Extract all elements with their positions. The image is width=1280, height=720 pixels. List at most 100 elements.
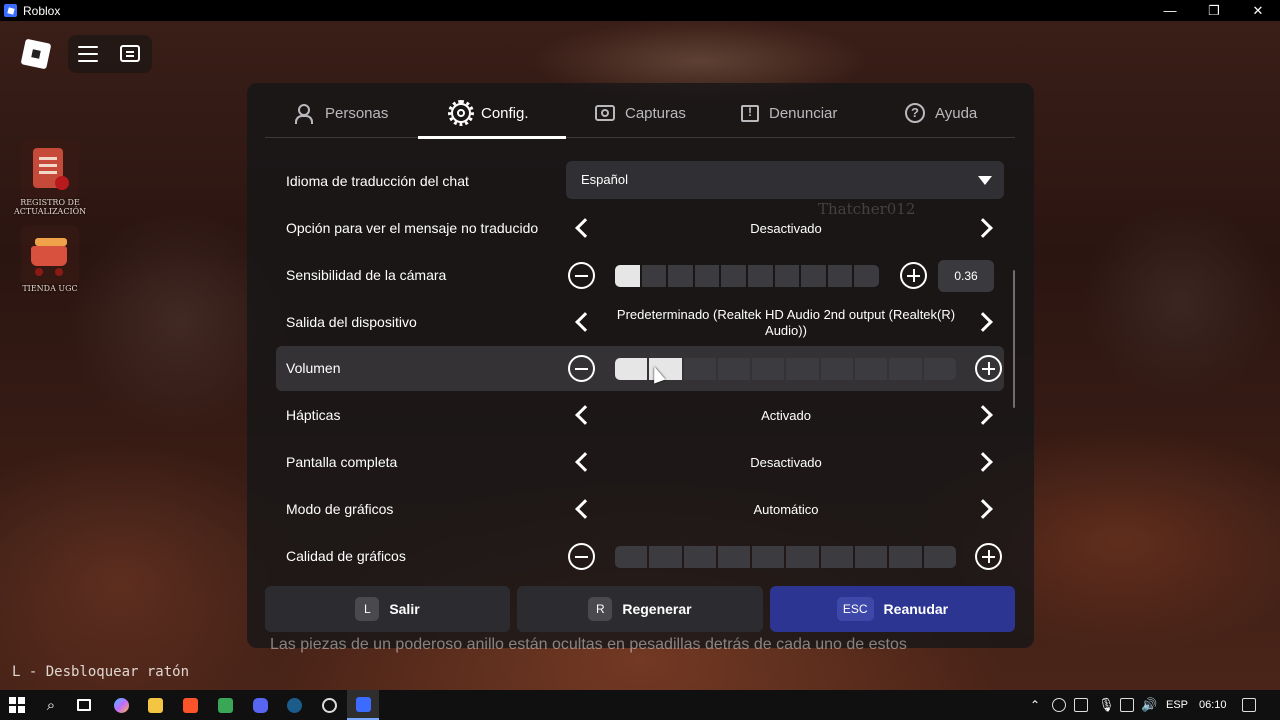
setting-label: Salida del dispositivo (286, 314, 417, 330)
chevron-right-icon[interactable] (973, 499, 993, 519)
search-icon[interactable]: ⌕ (40, 694, 62, 716)
decrease-button-minus-icon[interactable] (568, 543, 595, 570)
leave-button[interactable]: L Salir (265, 586, 510, 632)
discord-icon[interactable] (249, 694, 271, 716)
slider-segment[interactable] (615, 358, 648, 380)
setting-row-camera-sensitivity: Sensibilidad de la cámara 0.36 (276, 253, 1004, 298)
slider-segment[interactable] (923, 546, 956, 568)
volume-icon[interactable]: 🔊 (1141, 690, 1157, 720)
setting-row-graphics-quality: Calidad de gráficos (276, 534, 1004, 579)
microphone-icon[interactable]: 🎙 (1098, 690, 1115, 720)
chevron-right-icon[interactable] (973, 312, 993, 332)
chevron-right-icon[interactable] (973, 452, 993, 472)
setting-value: Activado (761, 408, 811, 423)
slider-segment[interactable] (683, 358, 716, 380)
slider-segment[interactable] (747, 265, 773, 287)
slider-segment[interactable] (721, 265, 746, 287)
ugc-shop-button[interactable]: TIENDA UGC (14, 226, 86, 293)
settings-scrollbar[interactable] (1013, 270, 1015, 408)
steam-icon[interactable] (283, 694, 305, 716)
ugc-shop-image (21, 226, 79, 284)
task-view-icon[interactable] (73, 694, 95, 716)
store-icon[interactable] (214, 694, 236, 716)
slider-segment[interactable] (855, 546, 888, 568)
slider-segment[interactable] (668, 265, 693, 287)
maximize-button[interactable]: ❐ (1192, 0, 1236, 21)
key-hint: L (355, 597, 380, 621)
chat-icon[interactable] (120, 45, 140, 62)
slider-segment[interactable] (827, 265, 853, 287)
slider-segment[interactable] (694, 265, 720, 287)
slider-segment[interactable] (820, 546, 854, 568)
obs-icon[interactable] (318, 694, 340, 716)
hamburger-menu-icon[interactable] (78, 46, 98, 62)
volume-slider[interactable] (615, 358, 956, 380)
decrease-button-minus-icon[interactable] (568, 262, 595, 289)
slider-segment[interactable] (786, 546, 819, 568)
slider-segment[interactable] (801, 265, 826, 287)
reset-character-button[interactable]: R Regenerar (517, 586, 763, 632)
decrease-button-minus-icon[interactable] (568, 355, 595, 382)
chevron-left-icon[interactable] (575, 312, 595, 332)
increase-button-plus-icon[interactable] (975, 543, 1002, 570)
slider-segment[interactable] (855, 358, 888, 380)
camera-sensitivity-slider[interactable] (615, 265, 879, 287)
tab-captures[interactable]: Capturas (595, 90, 686, 136)
slider-segment[interactable] (923, 358, 956, 380)
tray-overflow-chevron-icon[interactable]: ⌃ (1030, 690, 1040, 720)
slider-segment[interactable] (774, 265, 800, 287)
chevron-right-icon[interactable] (973, 218, 993, 238)
brave-browser-icon[interactable] (179, 694, 201, 716)
chevron-left-icon[interactable] (575, 499, 595, 519)
start-button[interactable] (6, 694, 28, 716)
roblox-menu-logo-icon[interactable] (20, 38, 52, 70)
increase-button-plus-icon[interactable] (975, 355, 1002, 382)
slider-segment[interactable] (889, 546, 922, 568)
slider-segment[interactable] (683, 546, 716, 568)
slider-segment[interactable] (615, 546, 648, 568)
chevron-left-icon[interactable] (575, 405, 595, 425)
increase-button-plus-icon[interactable] (900, 262, 927, 289)
slider-segment[interactable] (717, 546, 751, 568)
slider-segment[interactable] (717, 358, 751, 380)
tray-app-icon[interactable] (1052, 698, 1066, 712)
clock-time[interactable]: 06:10 (1199, 690, 1227, 720)
minimize-button[interactable]: — (1148, 0, 1192, 21)
report-icon (741, 104, 759, 122)
slider-segment[interactable] (641, 265, 667, 287)
slider-segment[interactable] (752, 358, 785, 380)
slider-segment[interactable] (752, 546, 785, 568)
tab-help[interactable]: ? Ayuda (905, 90, 977, 136)
graphics-quality-slider[interactable] (615, 546, 956, 568)
slider-segment[interactable] (786, 358, 819, 380)
copilot-icon[interactable] (110, 694, 132, 716)
slider-segment[interactable] (889, 358, 922, 380)
roblox-taskbar-icon[interactable] (347, 690, 379, 720)
chevron-right-icon[interactable] (973, 405, 993, 425)
tray-app-icon[interactable] (1074, 698, 1088, 712)
notifications-icon[interactable] (1242, 698, 1256, 712)
slider-segment[interactable] (615, 265, 640, 287)
network-icon[interactable] (1120, 698, 1134, 712)
input-language[interactable]: ESP (1166, 690, 1188, 720)
slider-segment[interactable] (820, 358, 854, 380)
chevron-left-icon[interactable] (575, 452, 595, 472)
leave-label: Salir (389, 601, 420, 617)
reset-label: Regenerar (622, 601, 692, 617)
language-dropdown[interactable]: Español (566, 161, 1004, 199)
gear-icon (448, 100, 474, 126)
close-button[interactable]: ✕ (1236, 0, 1280, 21)
tab-people[interactable]: Personas (295, 90, 388, 136)
file-explorer-icon[interactable] (144, 694, 166, 716)
setting-label: Modo de gráficos (286, 501, 394, 517)
camera-sensitivity-value[interactable]: 0.36 (938, 260, 994, 292)
setting-label: Idioma de traducción del chat (286, 173, 469, 189)
tab-report[interactable]: Denunciar (741, 90, 837, 136)
tab-settings[interactable]: Config. (448, 90, 529, 136)
slider-segment[interactable] (649, 546, 682, 568)
window-title: Roblox (23, 3, 61, 18)
chevron-left-icon[interactable] (575, 218, 595, 238)
slider-segment[interactable] (854, 265, 879, 287)
update-log-button[interactable]: REGISTRO DE ACTUALIZACIÓN (14, 140, 86, 216)
resume-button[interactable]: ESC Reanudar (770, 586, 1015, 632)
